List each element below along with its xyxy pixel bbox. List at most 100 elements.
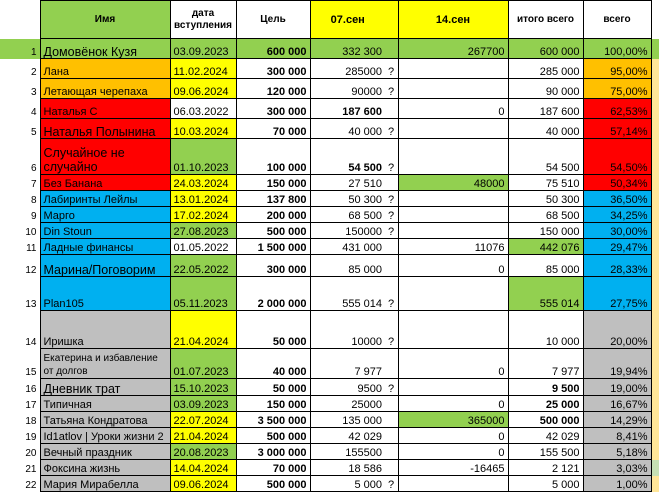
cell-goal[interactable]: 150 000 — [235, 395, 311, 412]
header-total[interactable]: итого всего — [507, 0, 584, 39]
cell-name[interactable]: Летающая черепаха — [39, 78, 171, 99]
cell-14[interactable]: 0 — [397, 427, 509, 444]
cell-pct[interactable]: 19,00% — [582, 378, 652, 396]
cell-total[interactable]: 9 500 — [507, 378, 584, 396]
cell-date[interactable]: 11.02.2024 — [169, 58, 237, 79]
header-sep07[interactable]: 07.сен — [309, 0, 385, 39]
cell-name[interactable]: Наталья Полынина — [39, 118, 171, 139]
cell-date[interactable]: 27.08.2023 — [169, 222, 237, 239]
cell-name[interactable]: Случайное не случайно — [39, 138, 171, 175]
cell-goal[interactable]: 40 000 — [235, 348, 311, 379]
cell-goal[interactable]: 50 000 — [235, 310, 311, 349]
cell-q[interactable] — [385, 98, 399, 119]
cell-total[interactable]: 50 300 — [507, 190, 584, 207]
cell-goal[interactable]: 150 000 — [235, 174, 311, 191]
cell-goal[interactable]: 3 000 000 — [235, 443, 311, 460]
cell-date[interactable]: 10.03.2024 — [169, 118, 237, 139]
cell-goal[interactable]: 70 000 — [235, 459, 311, 476]
cell-name[interactable]: Без Банана — [39, 174, 171, 191]
cell-q[interactable] — [385, 443, 399, 460]
cell-goal[interactable]: 137 800 — [235, 190, 311, 207]
cell-07[interactable]: 10000 — [309, 310, 385, 349]
cell-date[interactable]: 03.09.2023 — [169, 38, 237, 59]
cell-q[interactable]: ? — [385, 138, 399, 175]
cell-name[interactable]: Plan105 — [39, 276, 171, 311]
cell-07[interactable]: 90000 — [309, 78, 385, 99]
cell-pct[interactable]: 27,75% — [582, 276, 652, 311]
cell-total[interactable]: 500 000 — [507, 411, 584, 428]
cell-pct[interactable]: 1,00% — [582, 475, 652, 492]
cell-name[interactable]: Вечный праздник — [39, 443, 171, 460]
cell-07[interactable]: 7 977 — [309, 348, 385, 379]
cell-date[interactable]: 20.08.2023 — [169, 443, 237, 460]
cell-14[interactable] — [397, 475, 509, 492]
cell-pct[interactable]: 5,18% — [582, 443, 652, 460]
cell-q[interactable]: ? — [385, 276, 399, 311]
cell-14[interactable]: 11076 — [397, 238, 509, 255]
cell-14[interactable] — [397, 206, 509, 223]
cell-total[interactable]: 90 000 — [507, 78, 584, 99]
cell-q[interactable] — [385, 459, 399, 476]
cell-goal[interactable]: 70 000 — [235, 118, 311, 139]
cell-pct[interactable]: 29,47% — [582, 238, 652, 255]
cell-pct[interactable]: 62,53% — [582, 98, 652, 119]
cell-pct[interactable]: 3,03% — [582, 459, 652, 476]
cell-q[interactable] — [385, 348, 399, 379]
cell-07[interactable]: 9500 — [309, 378, 385, 396]
cell-pct[interactable]: 8,41% — [582, 427, 652, 444]
cell-q[interactable]: ? — [385, 222, 399, 239]
cell-14[interactable] — [397, 222, 509, 239]
cell-pct[interactable]: 50,34% — [582, 174, 652, 191]
cell-total[interactable]: 5 000 — [507, 475, 584, 492]
cell-07[interactable]: 68 500 — [309, 206, 385, 223]
cell-14[interactable]: 0 — [397, 443, 509, 460]
cell-14[interactable]: 0 — [397, 98, 509, 119]
cell-pct[interactable]: 19,94% — [582, 348, 652, 379]
cell-pct[interactable]: 16,67% — [582, 395, 652, 412]
cell-q[interactable]: ? — [385, 78, 399, 99]
cell-total[interactable]: 600 000 — [507, 38, 584, 59]
cell-pct[interactable]: 20,00% — [582, 310, 652, 349]
cell-pct[interactable]: 28,33% — [582, 254, 652, 277]
cell-14[interactable]: 0 — [397, 348, 509, 379]
cell-date[interactable]: 09.06.2024 — [169, 475, 237, 492]
cell-goal[interactable]: 1 500 000 — [235, 238, 311, 255]
cell-14[interactable] — [397, 138, 509, 175]
cell-name[interactable]: Лабиринты Лейлы — [39, 190, 171, 207]
cell-q[interactable]: ? — [385, 378, 399, 396]
cell-date[interactable]: 14.04.2024 — [169, 459, 237, 476]
cell-date[interactable]: 01.10.2023 — [169, 138, 237, 175]
cell-14[interactable] — [397, 190, 509, 207]
cell-total[interactable]: 75 510 — [507, 174, 584, 191]
cell-date[interactable]: 17.02.2024 — [169, 206, 237, 223]
cell-date[interactable]: 01.07.2023 — [169, 348, 237, 379]
cell-name[interactable]: Екатерина и избавление от долгов — [39, 348, 171, 379]
cell-name[interactable]: Иришка — [39, 310, 171, 349]
cell-14[interactable] — [397, 118, 509, 139]
cell-07[interactable]: 187 600 — [309, 98, 385, 119]
cell-pct[interactable]: 14,29% — [582, 411, 652, 428]
cell-07[interactable]: 155500 — [309, 443, 385, 460]
cell-name[interactable]: Марина/Поговорим — [39, 254, 171, 277]
cell-total[interactable]: 40 000 — [507, 118, 584, 139]
cell-07[interactable]: 135 000 — [309, 411, 385, 428]
cell-07[interactable]: 285000 — [309, 58, 385, 79]
cell-14[interactable]: -16465 — [397, 459, 509, 476]
cell-q[interactable]: ? — [385, 475, 399, 492]
cell-total[interactable]: 285 000 — [507, 58, 584, 79]
cell-date[interactable]: 22.07.2024 — [169, 411, 237, 428]
cell-total[interactable]: 2 121 — [507, 459, 584, 476]
cell-date[interactable]: 13.01.2024 — [169, 190, 237, 207]
cell-07[interactable]: 25000 — [309, 395, 385, 412]
cell-pct[interactable]: 57,14% — [582, 118, 652, 139]
cell-total[interactable]: 187 600 — [507, 98, 584, 119]
cell-14[interactable]: 48000 — [397, 174, 509, 191]
cell-pct[interactable]: 34,25% — [582, 206, 652, 223]
header-all[interactable]: всего — [582, 0, 652, 39]
cell-q[interactable] — [385, 174, 399, 191]
cell-name[interactable]: Фоксина жизнь — [39, 459, 171, 476]
cell-q[interactable] — [385, 238, 399, 255]
cell-q[interactable] — [385, 254, 399, 277]
cell-total[interactable]: 442 076 — [507, 238, 584, 255]
cell-total[interactable]: 155 500 — [507, 443, 584, 460]
